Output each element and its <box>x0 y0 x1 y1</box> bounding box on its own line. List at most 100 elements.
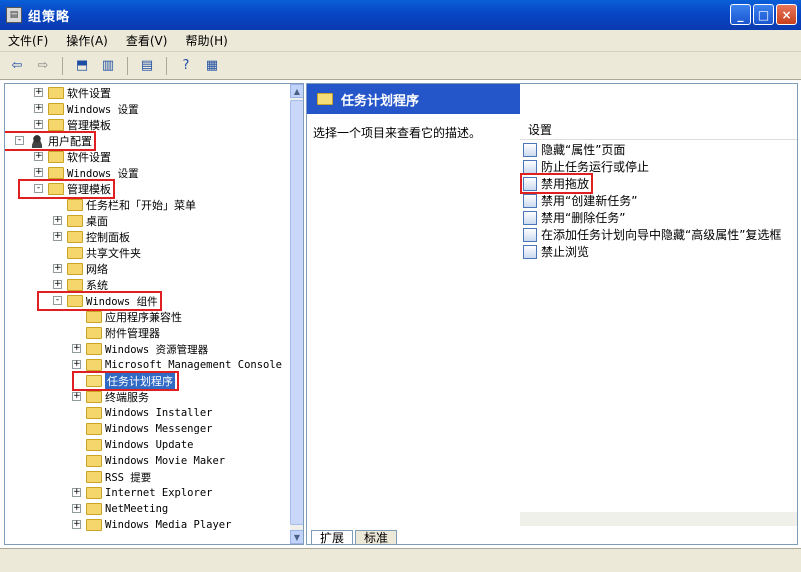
export-list-icon[interactable]: ▤ <box>136 55 158 77</box>
expand-icon[interactable]: + <box>53 280 62 289</box>
folder-icon <box>86 471 102 483</box>
folder-icon <box>67 231 83 243</box>
expand-icon[interactable]: + <box>72 520 81 529</box>
tree-node[interactable]: Windows Update <box>86 437 194 453</box>
folder-icon <box>86 519 102 531</box>
help-icon[interactable]: ? <box>175 55 197 77</box>
policy-item[interactable]: 禁止浏览 <box>523 243 589 260</box>
expand-icon[interactable]: + <box>53 264 62 273</box>
group-policy-icon: ▤ <box>6 7 22 23</box>
expand-icon[interactable]: + <box>72 344 81 353</box>
expand-icon[interactable]: + <box>34 120 43 129</box>
highlight-box <box>520 173 594 194</box>
tree-node[interactable]: + Windows 资源管理器 <box>72 341 208 357</box>
minimize-button[interactable]: _ <box>730 4 751 25</box>
properties-icon[interactable]: ▦ <box>201 55 223 77</box>
tree-node[interactable]: + 网络 <box>53 261 108 277</box>
tree-node-label: 软件设置 <box>67 151 111 164</box>
tree-node[interactable]: + 软件设置 <box>34 85 111 101</box>
tree-node[interactable]: 共享文件夹 <box>67 245 141 261</box>
tree-pane[interactable]: + 软件设置 + Windows 设置 + 管理模板 - 用户配置 + 软件设置 + Windows … <box>4 83 304 545</box>
details-horizontal-scrollbar[interactable] <box>520 512 797 526</box>
description-text: 选择一个项目来查看它的描述。 <box>313 126 482 140</box>
tree-node-label: RSS 提要 <box>105 471 152 484</box>
expand-icon[interactable]: + <box>72 360 81 369</box>
tree-node[interactable]: Windows Installer <box>86 405 212 421</box>
tree-node-label: 应用程序兼容性 <box>105 311 182 324</box>
expand-icon[interactable]: + <box>72 488 81 497</box>
folder-icon <box>67 215 83 227</box>
back-arrow-icon[interactable]: ⇦ <box>6 55 28 77</box>
policy-item[interactable]: 禁用“创建新任务” <box>523 192 637 209</box>
tree-node[interactable]: + 控制面板 <box>53 229 130 245</box>
show-hide-tree-icon[interactable]: ▥ <box>97 55 119 77</box>
scroll-up-icon[interactable]: ▲ <box>290 84 303 98</box>
folder-icon <box>48 167 64 179</box>
settings-column-header[interactable]: 设置 <box>520 120 797 140</box>
tree-node-label: 网络 <box>86 263 108 276</box>
folder-icon <box>86 407 102 419</box>
folder-icon <box>86 423 102 435</box>
policy-item-label: 禁止浏览 <box>541 245 590 259</box>
folder-icon <box>86 439 102 451</box>
policy-item[interactable]: 禁用“删除任务” <box>523 209 625 226</box>
tree-node[interactable]: RSS 提要 <box>86 469 151 485</box>
expand-icon[interactable]: + <box>34 152 43 161</box>
policy-item-label: 禁用“创建新任务” <box>541 194 638 208</box>
folder-open-icon <box>317 93 333 105</box>
menu-help[interactable]: 帮助(H) <box>185 32 227 49</box>
folder-icon <box>86 391 102 403</box>
tree-node[interactable]: 应用程序兼容性 <box>86 309 182 325</box>
tree-node[interactable]: 附件管理器 <box>86 325 160 341</box>
policy-item-label: 隐藏“属性”页面 <box>541 143 626 157</box>
forward-arrow-icon[interactable]: ⇨ <box>32 55 54 77</box>
tab-extended[interactable]: 扩展 <box>311 530 354 544</box>
tree-vertical-scrollbar[interactable]: ▲ ▼ <box>290 84 303 544</box>
expand-icon[interactable]: + <box>34 168 43 177</box>
scroll-down-icon[interactable]: ▼ <box>290 530 303 544</box>
policy-setting-icon <box>523 142 537 157</box>
tree-node[interactable]: 任务栏和「开始」菜单 <box>67 197 196 213</box>
policy-setting-icon <box>523 244 537 259</box>
policy-item[interactable]: 在添加任务计划向导中隐藏“高级属性”复选框 <box>523 226 781 243</box>
folder-icon <box>86 503 102 515</box>
tree-node-label: Windows Messenger <box>105 423 213 435</box>
expand-icon[interactable]: + <box>53 232 62 241</box>
expand-icon[interactable]: + <box>72 392 81 401</box>
tree-node[interactable]: + NetMeeting <box>72 501 168 517</box>
menu-file[interactable]: 文件(F) <box>8 32 48 49</box>
expand-icon[interactable]: + <box>53 216 62 225</box>
folder-icon <box>48 87 64 99</box>
policy-item[interactable]: 隐藏“属性”页面 <box>523 141 625 158</box>
tree-node[interactable]: Windows Messenger <box>86 421 212 437</box>
expand-icon[interactable]: + <box>34 104 43 113</box>
tree-node[interactable]: + Windows 设置 <box>34 101 139 117</box>
policy-setting-icon <box>523 159 537 174</box>
tree-node[interactable]: Windows Movie Maker <box>86 453 225 469</box>
tree-node[interactable]: + Internet Explorer <box>72 485 212 501</box>
tree-node-label: Windows Movie Maker <box>105 455 226 467</box>
policy-setting-icon <box>523 227 537 242</box>
expand-icon[interactable]: + <box>34 88 43 97</box>
folder-icon <box>86 327 102 339</box>
folder-icon <box>67 263 83 275</box>
folder-icon <box>67 247 83 259</box>
folder-icon <box>67 279 83 291</box>
expand-icon[interactable]: + <box>72 504 81 513</box>
menu-action[interactable]: 操作(A) <box>66 32 108 49</box>
tree-node[interactable]: + 桌面 <box>53 213 108 229</box>
up-folder-icon[interactable]: ⬒ <box>71 55 93 77</box>
tree-node-label: 任务栏和「开始」菜单 <box>86 199 196 212</box>
tree-node[interactable]: + Windows Media Player <box>72 517 231 533</box>
tree-node[interactable]: + 终端服务 <box>72 389 149 405</box>
tree-node[interactable]: + 软件设置 <box>34 149 111 165</box>
tree-node-label: Windows 设置 <box>67 103 139 116</box>
menu-view[interactable]: 查看(V) <box>126 32 168 49</box>
maximize-button[interactable]: □ <box>753 4 774 25</box>
close-button[interactable]: × <box>776 4 797 25</box>
title-bar: ▤ 组策略 _ □ × <box>0 0 801 30</box>
tree-node-label: 终端服务 <box>105 391 149 404</box>
scroll-thumb[interactable] <box>290 100 303 525</box>
tab-standard[interactable]: 标准 <box>355 530 398 544</box>
folder-icon <box>86 359 102 371</box>
